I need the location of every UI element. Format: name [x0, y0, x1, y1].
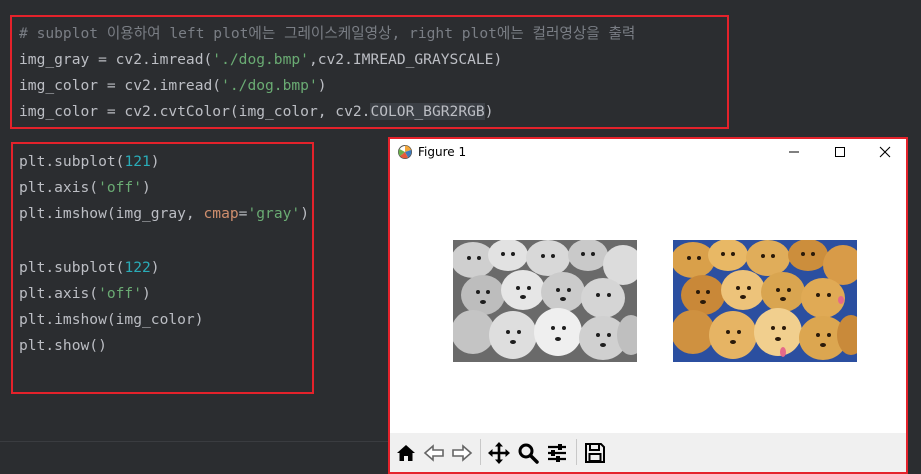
save-icon[interactable]: [583, 441, 607, 465]
figure-window[interactable]: Figure 1: [388, 137, 908, 474]
toolbar-separator: [480, 439, 481, 465]
matplotlib-app-icon: [398, 145, 412, 159]
annotation-box-plot-code: [11, 142, 314, 394]
window-titlebar[interactable]: Figure 1: [390, 139, 906, 167]
color-puppies-image: [673, 240, 857, 362]
maximize-icon: [835, 147, 845, 157]
annotation-box-load-code: [10, 15, 729, 129]
figure-canvas[interactable]: [390, 167, 906, 433]
pan-icon[interactable]: [487, 441, 511, 465]
back-icon[interactable]: [422, 441, 446, 465]
configure-subplots-icon[interactable]: [545, 441, 569, 465]
zoom-icon[interactable]: [516, 441, 540, 465]
navigation-toolbar: [390, 433, 906, 472]
close-icon: [879, 146, 891, 158]
forward-icon[interactable]: [450, 441, 474, 465]
maximize-button[interactable]: [817, 139, 863, 165]
toolbar-separator: [576, 439, 577, 465]
window-title: Figure 1: [418, 145, 467, 159]
minimize-icon: [789, 151, 799, 153]
home-icon[interactable]: [394, 441, 418, 465]
grayscale-puppies-image: [453, 240, 637, 362]
close-button[interactable]: [862, 139, 908, 165]
minimize-button[interactable]: [771, 139, 817, 165]
divider: [0, 441, 388, 442]
